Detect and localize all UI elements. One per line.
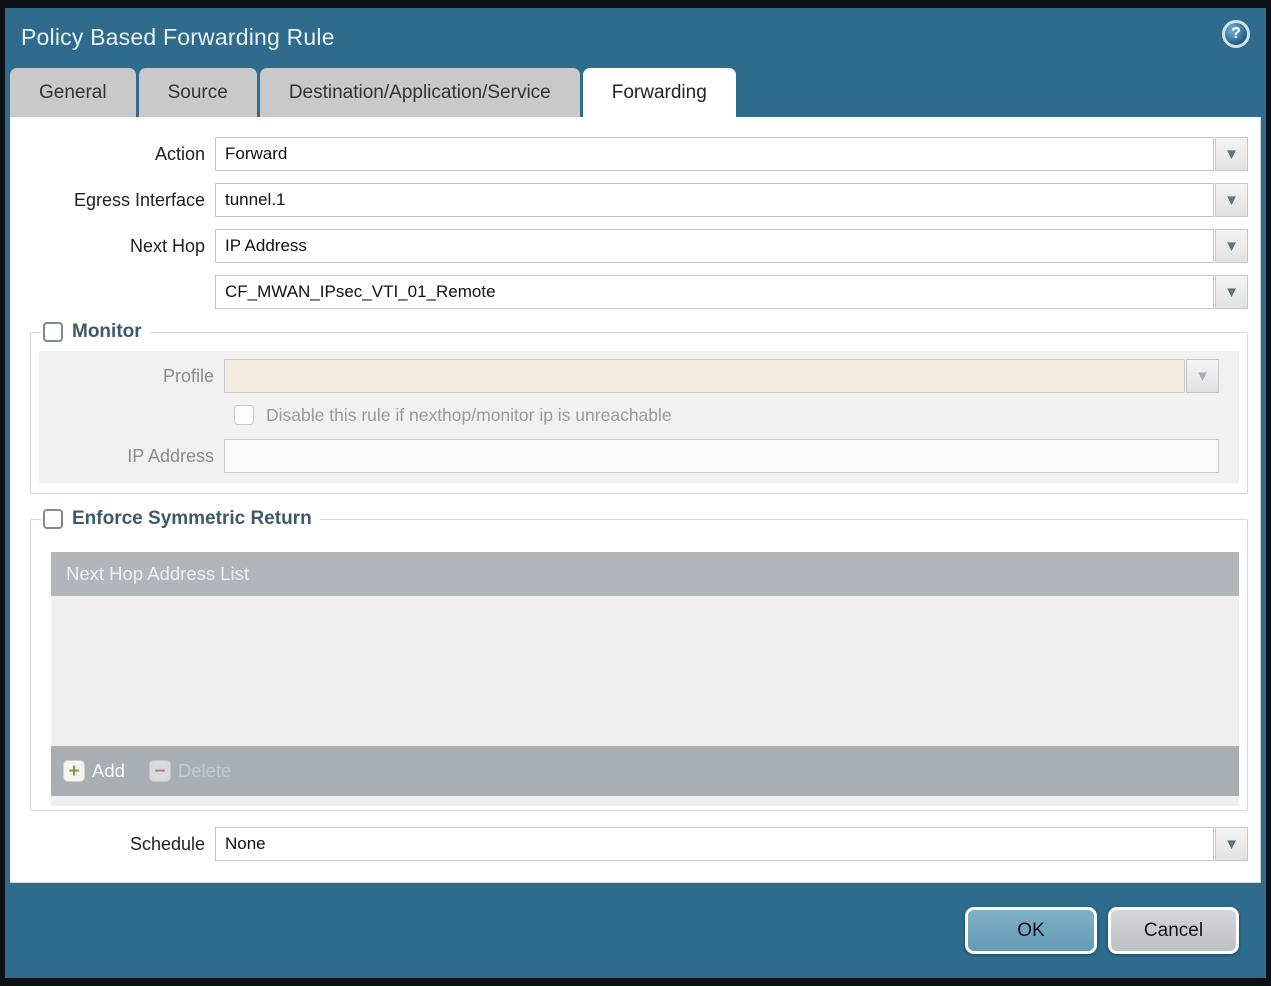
delete-button[interactable]: − Delete — [148, 760, 232, 782]
chevron-down-icon: ▼ — [1224, 283, 1239, 301]
next-hop-address-list-body[interactable] — [51, 596, 1239, 746]
disable-rule-checkbox — [234, 405, 254, 425]
chevron-down-icon: ▼ — [1195, 367, 1210, 385]
next-hop-address-list-toolbar: + Add − Delete — [51, 746, 1239, 796]
symmetric-return-section: Enforce Symmetric Return Next Hop Addres… — [30, 508, 1248, 811]
tab-general[interactable]: General — [10, 68, 136, 117]
egress-interface-dropdown-button[interactable]: ▼ — [1215, 183, 1248, 217]
title-bar: Policy Based Forwarding Rule ? — [5, 8, 1266, 68]
dialog-footer: OK Cancel — [5, 883, 1266, 978]
monitor-ip-label: IP Address — [127, 445, 214, 466]
monitor-ip-row: IP Address — [39, 439, 1219, 473]
tab-panel-forwarding: Action ▼ Egress Interface ▼ Next Hop ▼ — [10, 117, 1261, 883]
monitor-legend: Monitor — [41, 321, 150, 343]
egress-interface-row: Egress Interface ▼ — [10, 183, 1248, 217]
schedule-dropdown-button[interactable]: ▼ — [1215, 827, 1248, 861]
symmetric-return-checkbox[interactable] — [43, 509, 63, 529]
next-hop-type-dropdown-button[interactable]: ▼ — [1215, 229, 1248, 263]
tab-forwarding-label: Forwarding — [611, 81, 707, 103]
tab-source[interactable]: Source — [138, 68, 257, 117]
add-button-label: Add — [92, 760, 125, 781]
tab-forwarding[interactable]: Forwarding — [582, 68, 736, 117]
schedule-row: Schedule ▼ — [10, 827, 1248, 861]
next-hop-address-list-table: Next Hop Address List + Add − Delete — [51, 552, 1239, 806]
disable-rule-label: Disable this rule if nexthop/monitor ip … — [266, 404, 672, 425]
next-hop-row: Next Hop ▼ — [10, 229, 1248, 263]
monitor-title: Monitor — [72, 321, 142, 342]
tab-source-label: Source — [167, 81, 228, 103]
plus-icon: + — [63, 760, 85, 782]
egress-interface-label: Egress Interface — [73, 189, 205, 210]
delete-button-label: Delete — [177, 760, 232, 781]
schedule-label: Schedule — [129, 833, 205, 854]
profile-label: Profile — [162, 365, 214, 386]
dialog-window: Policy Based Forwarding Rule ? General S… — [5, 8, 1266, 978]
cancel-button[interactable]: Cancel — [1108, 907, 1239, 954]
disable-rule-row: Disable this rule if nexthop/monitor ip … — [234, 403, 1219, 427]
action-select[interactable] — [215, 137, 1214, 171]
profile-dropdown-button: ▼ — [1186, 359, 1219, 393]
tab-destination-label: Destination/Application/Service — [288, 81, 551, 103]
chevron-down-icon: ▼ — [1224, 145, 1239, 163]
next-hop-address-dropdown-button[interactable]: ▼ — [1215, 275, 1248, 309]
profile-row: Profile ▼ — [39, 359, 1219, 393]
symmetric-return-legend: Enforce Symmetric Return — [41, 508, 320, 530]
schedule-select[interactable] — [215, 827, 1214, 861]
egress-interface-select[interactable] — [215, 183, 1214, 217]
monitor-checkbox[interactable] — [43, 322, 63, 342]
monitor-ip-input — [224, 439, 1219, 473]
tab-bar: General Source Destination/Application/S… — [5, 68, 1266, 117]
next-hop-address-list-header: Next Hop Address List — [51, 552, 1239, 596]
action-row: Action ▼ — [10, 137, 1248, 171]
action-dropdown-button[interactable]: ▼ — [1215, 137, 1248, 171]
chevron-down-icon: ▼ — [1224, 191, 1239, 209]
monitor-section: Monitor Profile ▼ Disable this rule if n… — [30, 321, 1248, 494]
tab-general-label: General — [39, 81, 107, 103]
ok-button[interactable]: OK — [965, 907, 1097, 954]
next-hop-address-row: ▼ — [10, 275, 1248, 309]
table-bottom-strip — [51, 796, 1239, 806]
symmetric-return-title: Enforce Symmetric Return — [72, 508, 312, 529]
tab-destination-application-service[interactable]: Destination/Application/Service — [259, 68, 580, 117]
profile-select — [224, 359, 1185, 393]
help-icon[interactable]: ? — [1222, 20, 1250, 48]
add-button[interactable]: + Add — [63, 760, 125, 782]
minus-icon: − — [148, 760, 171, 782]
chevron-down-icon: ▼ — [1224, 237, 1239, 255]
next-hop-type-select[interactable] — [215, 229, 1214, 263]
next-hop-address-select[interactable] — [215, 275, 1214, 309]
next-hop-label: Next Hop — [129, 235, 205, 256]
dialog-title: Policy Based Forwarding Rule — [21, 24, 335, 50]
action-label: Action — [154, 143, 205, 164]
chevron-down-icon: ▼ — [1224, 835, 1239, 853]
monitor-panel: Profile ▼ Disable this rule if nexthop/m… — [39, 351, 1239, 483]
